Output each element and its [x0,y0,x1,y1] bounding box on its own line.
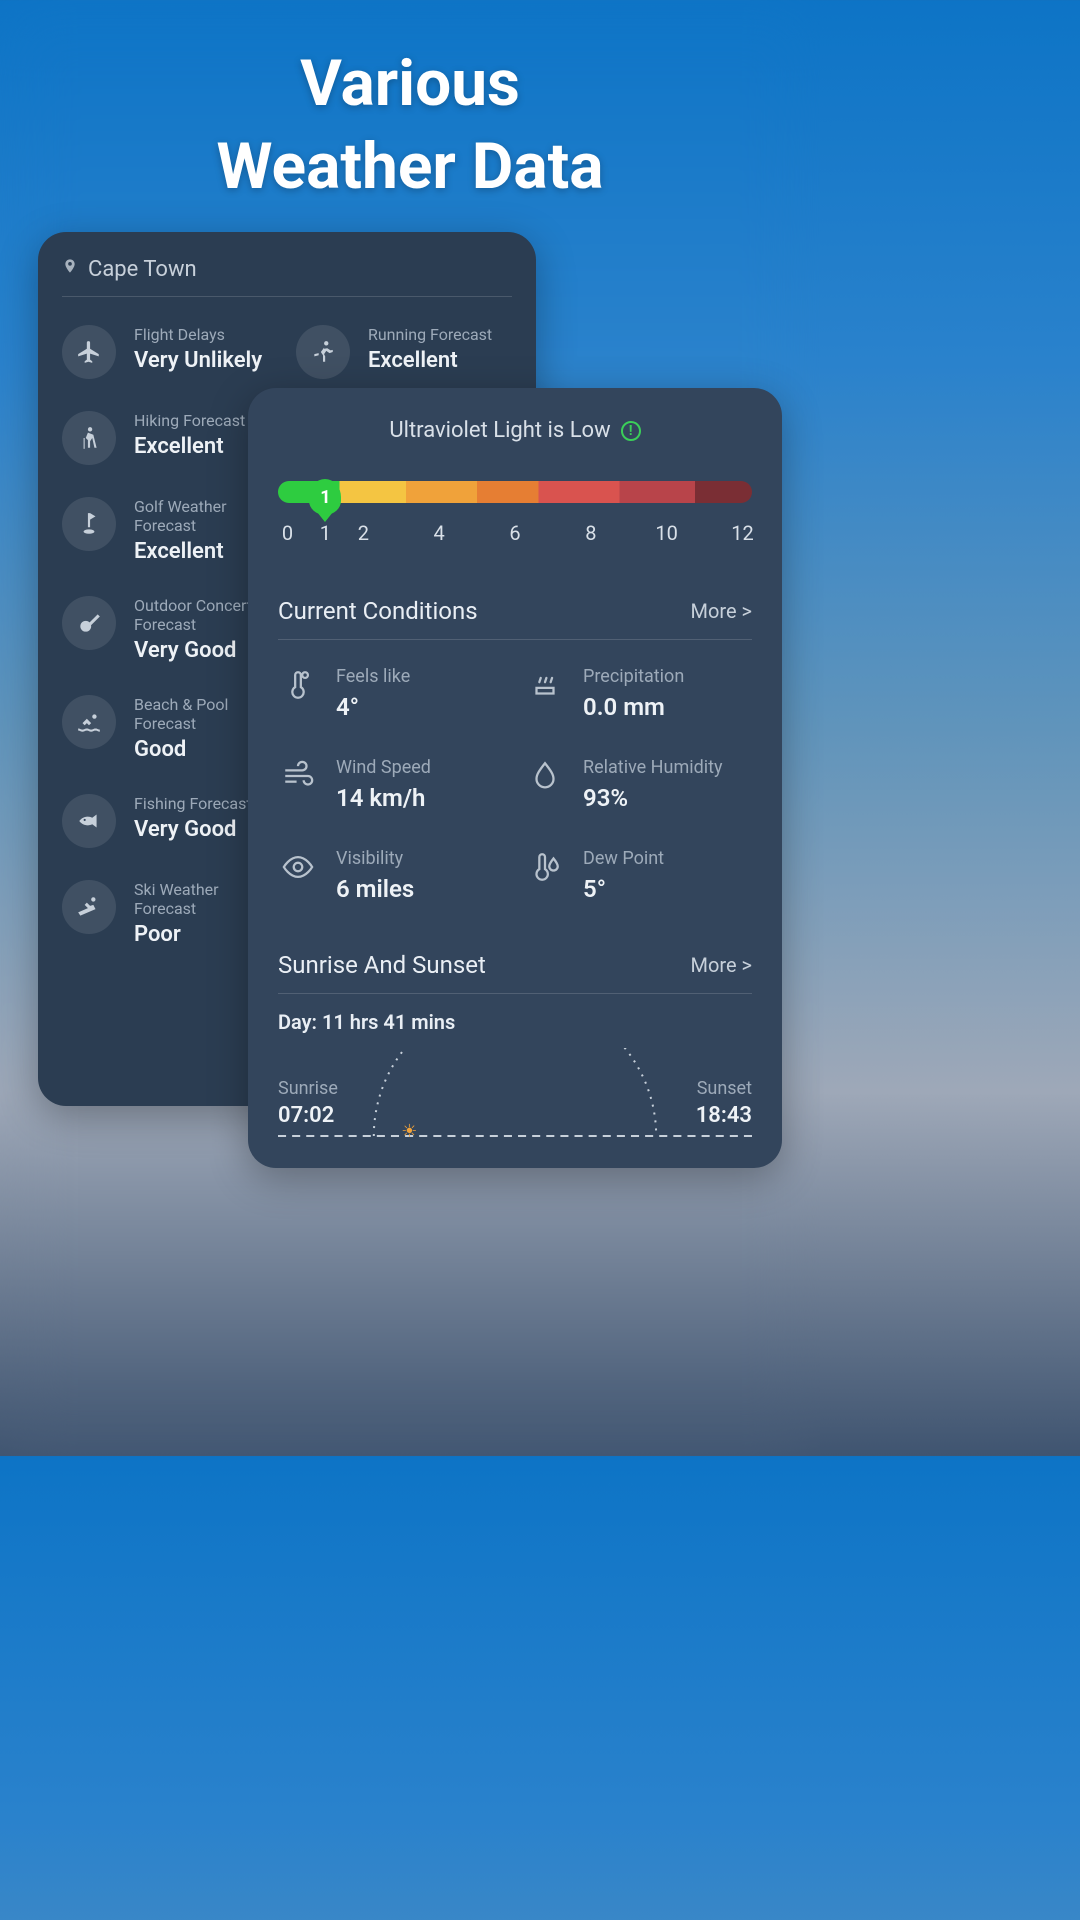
golf-icon [62,497,116,551]
uv-marker: 1 [309,479,341,515]
conditions-title: Current Conditions [278,597,478,625]
activity-label: Fishing Forecast [134,794,252,813]
condition-label: Relative Humidity [583,757,723,778]
condition-item: Visibility 6 miles [278,848,505,903]
condition-label: Wind Speed [336,757,431,778]
uv-tick: 10 [655,521,677,545]
sun-header: Sunrise And Sunset More > [278,951,752,994]
hero-line1: Various [0,42,820,125]
activity-value: Very Good [134,817,252,842]
condition-label: Visibility [336,848,414,869]
activity-value: Excellent [134,434,245,459]
sunset-value: 18:43 [696,1103,752,1128]
uv-scale-bar [278,481,752,503]
condition-value: 4° [336,693,410,721]
uv-title: Ultraviolet Light is Low ! [278,418,752,443]
sun-labels: Sunrise 07:02 Sunset 18:43 [278,1078,752,1128]
airplane-icon [62,325,116,379]
guitar-icon [62,596,116,650]
sunset-label: Sunset [696,1078,752,1099]
conditions-header: Current Conditions More > [278,597,752,640]
uv-block: Ultraviolet Light is Low ! 01246810121 [278,418,752,553]
sunrise-label: Sunrise [278,1078,338,1099]
condition-item: Relative Humidity 93% [525,757,752,812]
info-icon[interactable]: ! [621,421,641,441]
condition-value: 14 km/h [336,784,431,812]
condition-label: Feels like [336,666,410,687]
precipitation-icon [525,666,565,702]
fish-icon [62,794,116,848]
thermometer-icon [278,666,318,702]
hero-title: Various Weather Data [0,0,820,208]
location-icon [62,256,78,282]
activity-label: Running Forecast [368,325,492,344]
activity-value: Very Unlikely [134,348,262,373]
conditions-more-link[interactable]: More > [691,599,752,623]
uv-tick: 12 [731,521,753,545]
sunrise-value: 07:02 [278,1103,338,1128]
condition-item: Dew Point 5° [525,848,752,903]
condition-item: Wind Speed 14 km/h [278,757,505,812]
condition-value: 93% [583,784,723,812]
activity-item[interactable]: Outdoor Concert Forecast Very Good [62,596,278,663]
activity-label: Hiking Forecast [134,411,245,430]
humidity-icon [525,757,565,793]
activity-item[interactable]: Running Forecast Excellent [296,325,512,379]
condition-label: Dew Point [583,848,664,869]
activity-item[interactable]: Golf Weather Forecast Excellent [62,497,278,564]
uv-tick: 2 [358,521,369,545]
conditions-card: Ultraviolet Light is Low ! 01246810121 C… [248,388,782,1168]
sun-title: Sunrise And Sunset [278,951,486,979]
condition-label: Precipitation [583,666,684,687]
location-name: Cape Town [88,257,197,282]
activity-item[interactable]: Hiking Forecast Excellent [62,411,278,465]
condition-item: Precipitation 0.0 mm [525,666,752,721]
condition-value: 6 miles [336,875,414,903]
uv-tick: 1 [320,521,331,545]
ski-icon [62,880,116,934]
condition-item: Feels like 4° [278,666,505,721]
day-length: Day: 11 hrs 41 mins [278,1010,752,1034]
condition-value: 0.0 mm [583,693,684,721]
running-icon [296,325,350,379]
activity-value: Excellent [368,348,492,373]
activity-item[interactable]: Fishing Forecast Very Good [62,794,278,848]
hero-line2: Weather Data [0,125,820,208]
dewpoint-icon [525,848,565,884]
uv-ticks: 01246810121 [278,515,752,553]
uv-tick: 4 [434,521,445,545]
location-row[interactable]: Cape Town [62,248,512,297]
activity-item[interactable]: Beach & Pool Forecast Good [62,695,278,762]
hiking-icon [62,411,116,465]
condition-value: 5° [583,875,664,903]
activity-item[interactable]: Ski Weather Forecast Poor [62,880,278,947]
uv-tick: 8 [585,521,596,545]
uv-tick: 0 [282,521,293,545]
wind-icon [278,757,318,793]
sun-more-link[interactable]: More > [691,953,752,977]
uv-title-text: Ultraviolet Light is Low [389,418,610,443]
uv-tick: 6 [509,521,520,545]
visibility-icon [278,848,318,884]
swim-icon [62,695,116,749]
activity-label: Flight Delays [134,325,262,344]
activity-item[interactable]: Flight Delays Very Unlikely [62,325,278,379]
